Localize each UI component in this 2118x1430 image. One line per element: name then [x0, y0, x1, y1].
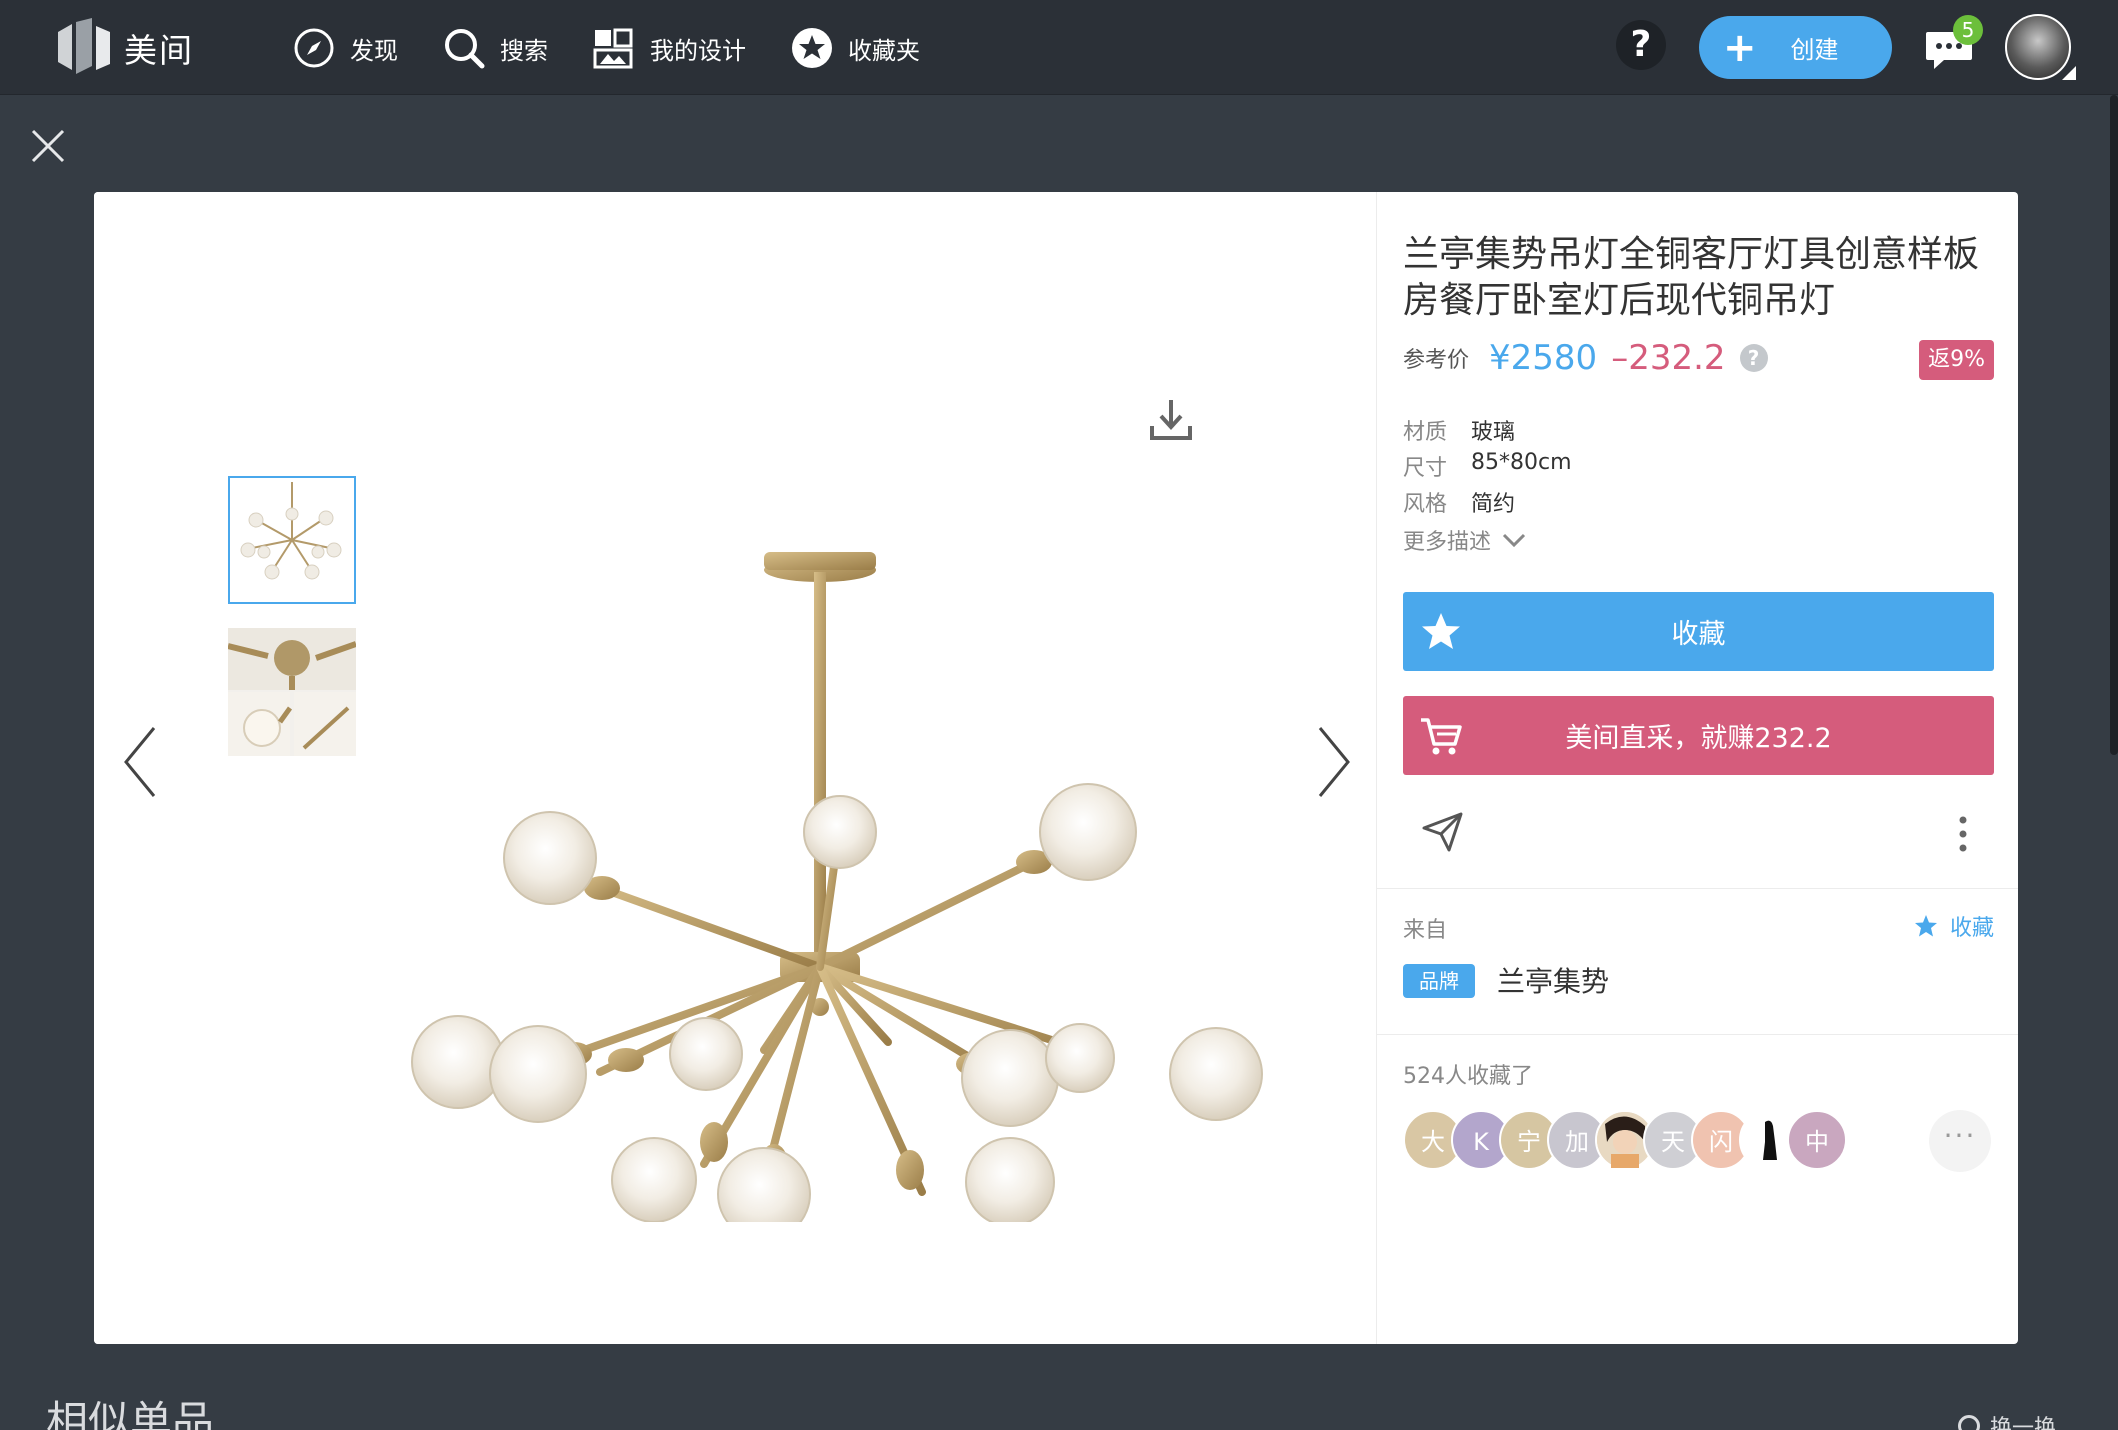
- refresh-icon: [1958, 1415, 1980, 1430]
- plus-icon: +: [1723, 24, 1757, 71]
- star-icon: [1422, 613, 1460, 649]
- more-description-label: 更多描述: [1403, 530, 1492, 555]
- price-row: 参考价 ¥2580 –232.2 ?: [1403, 338, 1993, 378]
- section-divider: [1377, 888, 2018, 889]
- cart-icon: [1421, 718, 1462, 755]
- buy-direct-button-label: 美间直采，就赚232.2: [1565, 723, 1832, 754]
- search-icon: [445, 29, 485, 69]
- question-icon[interactable]: ?: [1739, 344, 1768, 372]
- more-options-icon[interactable]: [1957, 814, 1969, 854]
- source-label: 来自: [1403, 918, 1448, 943]
- spec-key: 尺寸: [1403, 456, 1448, 481]
- nav-discover[interactable]: 发现: [292, 24, 398, 72]
- product-main-image: [411, 552, 1263, 1222]
- price: ¥2580: [1489, 338, 1598, 378]
- thumbnail-2[interactable]: [228, 628, 356, 756]
- compass-icon: [294, 28, 334, 68]
- chandelier-detail-thumbnail-image: [228, 628, 356, 756]
- nav-my-design-label: 我的设计: [650, 36, 746, 65]
- section-divider: [1377, 1034, 2018, 1035]
- close-icon[interactable]: [30, 128, 66, 164]
- thumbnail-1[interactable]: [228, 476, 356, 604]
- nav-favorites-label: 收藏夹: [848, 36, 920, 65]
- spec-key: 风格: [1403, 492, 1448, 517]
- spec-size: 尺寸 85*80cm: [1403, 450, 1572, 482]
- product-modal: 兰亭集势吊灯全铜客厅灯具创意样板房餐厅卧室灯后现代铜吊灯 参考价 ¥2580 –…: [94, 192, 2018, 1344]
- collect-button[interactable]: 收藏: [1403, 592, 1994, 671]
- spec-value: 简约: [1471, 492, 1516, 517]
- star-icon: [1914, 915, 1937, 937]
- product-info-panel: 兰亭集势吊灯全铜客厅灯具创意样板房餐厅卧室灯后现代铜吊灯 参考价 ¥2580 –…: [1377, 192, 2018, 1344]
- similar-products-title: 相似单品: [46, 1397, 215, 1430]
- source-collect-label: 收藏: [1949, 916, 1994, 941]
- message-count-badge: 5: [1953, 15, 1983, 45]
- refresh-button[interactable]: 换一换: [1958, 1410, 2056, 1430]
- avatar-caret-icon: [2062, 66, 2076, 80]
- collector-avatar[interactable]: 中: [1787, 1110, 1847, 1170]
- spec-key: 材质: [1403, 420, 1448, 445]
- chandelier-thumbnail-image: [230, 478, 354, 602]
- collect-count: 524人收藏了: [1403, 1064, 1533, 1089]
- create-button-label: 创建: [1790, 36, 1839, 64]
- create-button[interactable]: + 创建: [1699, 16, 1892, 79]
- logo[interactable]: 美间: [58, 18, 194, 78]
- nav-my-design[interactable]: 我的设计: [592, 24, 746, 72]
- more-collectors-button[interactable]: ···: [1929, 1110, 1991, 1172]
- nav-favorites[interactable]: 收藏夹: [790, 24, 920, 72]
- discount-amount: –232.2: [1611, 338, 1726, 378]
- price-label: 参考价: [1403, 348, 1470, 373]
- rebate-badge: 返9%: [1919, 340, 1994, 380]
- brand-name-link[interactable]: 兰亭集势: [1497, 960, 1609, 1000]
- buy-direct-button[interactable]: 美间直采，就赚232.2: [1403, 696, 1994, 775]
- spec-value: 85*80cm: [1471, 450, 1572, 475]
- top-bar: 美间 发现 搜索 我的设计 收藏夹 ? + 创建 5: [0, 0, 2118, 95]
- nav-search[interactable]: 搜索: [442, 24, 548, 72]
- brand-tag: 品牌: [1403, 964, 1475, 998]
- nav-search-label: 搜索: [500, 36, 548, 65]
- source-collect-link[interactable]: 收藏: [1914, 910, 1994, 942]
- help-button[interactable]: ?: [1616, 20, 1666, 70]
- brand-name: 美间: [124, 31, 194, 70]
- logo-mark-icon: [58, 18, 110, 74]
- more-description-toggle[interactable]: 更多描述: [1403, 524, 1527, 556]
- product-title: 兰亭集势吊灯全铜客厅灯具创意样板房餐厅卧室灯后现代铜吊灯: [1403, 234, 1980, 321]
- spec-style: 风格 简约: [1403, 486, 1515, 518]
- share-icon[interactable]: [1421, 810, 1465, 854]
- spec-material: 材质 玻璃: [1403, 414, 1515, 446]
- design-icon: [593, 28, 633, 69]
- chevron-down-icon: [1502, 533, 1526, 548]
- prev-image-arrow-icon[interactable]: [116, 722, 166, 802]
- collect-button-label: 收藏: [1671, 619, 1726, 650]
- star-icon: [792, 28, 832, 68]
- image-viewer: [94, 192, 1376, 1344]
- page-scrollbar[interactable]: [2110, 95, 2118, 755]
- spec-value: 玻璃: [1471, 420, 1516, 445]
- refresh-label: 换一换: [1990, 1416, 2057, 1430]
- nav-discover-label: 发现: [350, 36, 398, 65]
